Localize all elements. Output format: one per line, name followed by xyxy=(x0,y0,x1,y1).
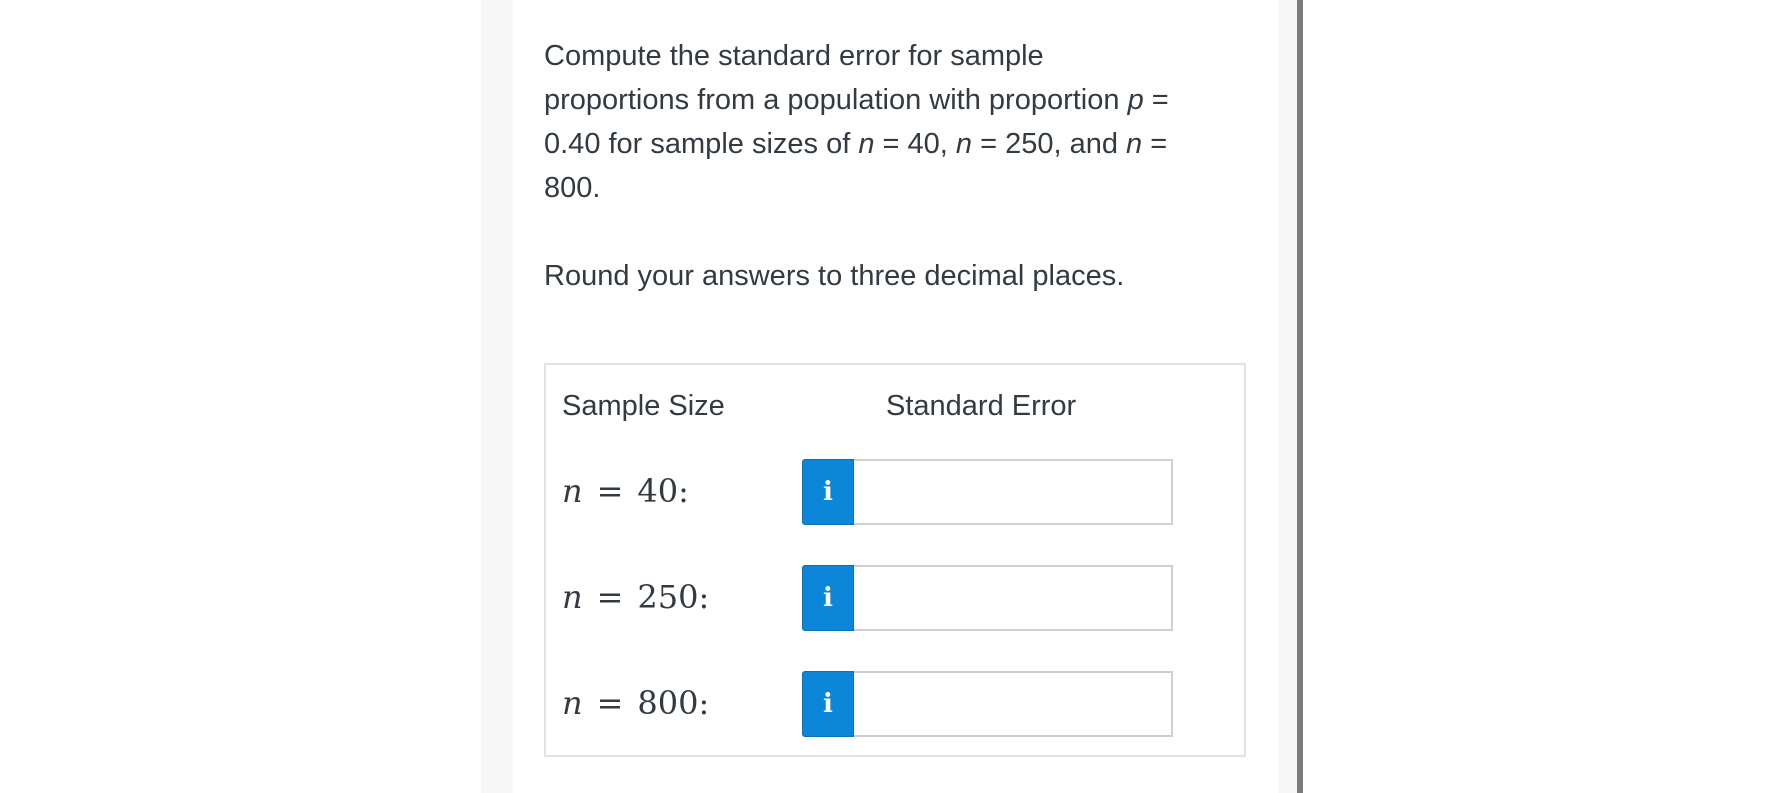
question-line-3-mid-2: = 250, and xyxy=(972,128,1127,160)
sample-size-value: 250: xyxy=(637,578,710,616)
variable-n: n xyxy=(1126,128,1143,160)
question-line-1: Compute the standard error for sample xyxy=(544,34,1244,78)
left-gutter xyxy=(481,0,513,793)
variable-n: n xyxy=(562,472,583,510)
question-line-2: proportions from a population with propo… xyxy=(544,78,1244,122)
equals-sign: = xyxy=(596,578,624,616)
answer-row-n-800: n = 800: i xyxy=(546,671,1244,739)
answer-table: Sample Size Standard Error n = 40: i n = 250… xyxy=(544,363,1246,757)
question-line-4: 800. xyxy=(544,166,1244,210)
standard-error-input-n-40[interactable] xyxy=(854,459,1173,525)
row-label: n = 250: xyxy=(562,575,709,619)
question-text: Compute the standard error for sample pr… xyxy=(544,34,1244,292)
sample-size-value: 40: xyxy=(637,472,689,510)
question-line-2-prefix: proportions from a population with propo… xyxy=(544,84,1128,116)
row-label: n = 40: xyxy=(562,469,689,513)
column-header-sample-size: Sample Size xyxy=(562,390,725,422)
question-line-3-prefix: 0.40 for sample sizes of xyxy=(544,128,859,160)
question-line-4-text: 800. xyxy=(544,172,601,204)
variable-n: n xyxy=(858,128,875,160)
question-line-1-text: Compute the standard error for sample xyxy=(544,40,1044,72)
rounding-instruction: Round your answers to three decimal plac… xyxy=(544,260,1125,292)
sample-size-value: 800: xyxy=(637,684,710,722)
answer-row-n-250: n = 250: i xyxy=(546,565,1244,633)
standard-error-input-n-800[interactable] xyxy=(854,671,1173,737)
answer-row-n-40: n = 40: i xyxy=(546,459,1244,527)
row-label: n = 800: xyxy=(562,681,709,725)
question-panel: Compute the standard error for sample pr… xyxy=(513,0,1278,793)
variable-n: n xyxy=(955,128,973,160)
variable-n: n xyxy=(562,684,583,722)
equals-sign: = xyxy=(596,684,624,722)
standard-error-input-n-250[interactable] xyxy=(854,565,1173,631)
variable-n: n xyxy=(562,578,583,616)
info-icon-button[interactable]: i xyxy=(802,459,854,525)
info-icon-button[interactable]: i xyxy=(802,671,854,737)
variable-p: p xyxy=(1127,84,1144,116)
right-gutter xyxy=(1278,0,1297,793)
question-line-3: 0.40 for sample sizes of n = 40, n = 250… xyxy=(544,122,1244,166)
equals-sign: = xyxy=(596,472,624,510)
question-line-2-suffix: = xyxy=(1143,84,1169,116)
question-line-3-suffix: = xyxy=(1142,128,1168,160)
panel-divider xyxy=(1297,0,1303,793)
question-line-3-mid-1: = 40, xyxy=(874,128,956,160)
column-header-standard-error: Standard Error xyxy=(886,390,1077,422)
info-icon-button[interactable]: i xyxy=(802,565,854,631)
